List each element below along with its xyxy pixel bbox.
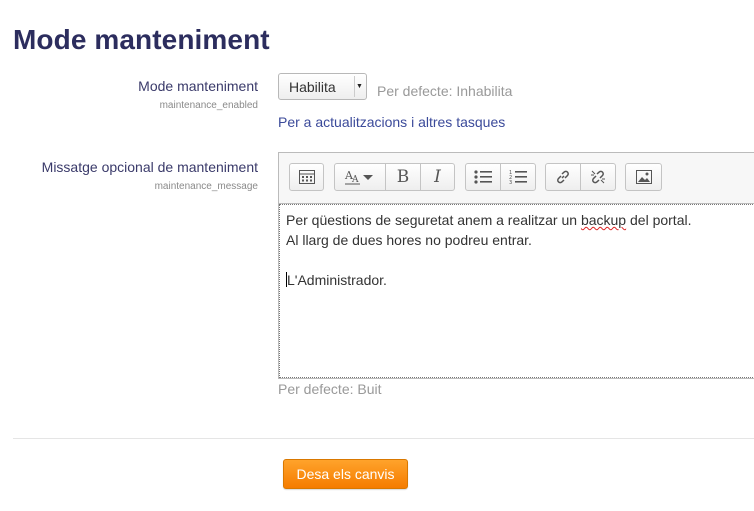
- maintenance-mode-default: Per defecte: Inhabilita: [377, 83, 513, 99]
- numbered-list-icon: 1 2 3: [509, 170, 527, 185]
- toolbar-toggle-button[interactable]: [290, 164, 323, 190]
- save-changes-button[interactable]: Desa els canvis: [283, 459, 408, 489]
- maintenance-mode-label-block: Mode manteniment maintenance_enabled: [8, 78, 258, 111]
- font-size-button[interactable]: A A: [335, 164, 386, 190]
- bullet-list-button[interactable]: [466, 164, 501, 190]
- misspelled-word: backup: [580, 212, 627, 228]
- link-icon: [557, 170, 569, 184]
- italic-button[interactable]: I: [421, 164, 454, 190]
- bold-button[interactable]: B: [386, 164, 421, 190]
- numbered-list-button[interactable]: 1 2 3: [501, 164, 535, 190]
- divider: [13, 438, 754, 439]
- editor-line-4: L'Administrador.: [286, 272, 387, 288]
- chevron-down-icon: ▼: [354, 76, 364, 97]
- maintenance-message-setting-name: maintenance_message: [154, 181, 258, 192]
- toolbar-toggle-icon: [298, 170, 315, 184]
- font-size-icon: A A: [344, 169, 373, 185]
- maintenance-mode-select-value: Habilita: [289, 79, 336, 95]
- link-button[interactable]: [546, 164, 581, 190]
- toolbar-group-media: [625, 163, 662, 191]
- toolbar-group-format: A A B I: [334, 163, 455, 191]
- maintenance-message-label: Missatge opcional de manteniment: [41, 159, 258, 175]
- editor-toolbar: A A B I 1 2 3: [279, 153, 754, 204]
- rich-text-editor: A A B I 1 2 3 Per qüestions de seguretat…: [278, 152, 754, 379]
- svg-text:3: 3: [509, 180, 512, 185]
- maintenance-settings-page: Mode manteniment Mode manteniment mainte…: [0, 0, 754, 511]
- toolbar-group-lists: 1 2 3: [465, 163, 536, 191]
- maintenance-message-default: Per defecte: Buit: [278, 381, 382, 397]
- italic-icon: I: [434, 167, 441, 187]
- maintenance-mode-label: Mode manteniment: [138, 78, 258, 94]
- unlink-icon: [591, 170, 605, 184]
- toolbar-group-toggle: [289, 163, 324, 191]
- bold-icon: B: [396, 167, 410, 187]
- image-icon: [635, 170, 652, 184]
- editor-line-2: Al llarg de dues hores no podreu entrar.: [286, 232, 532, 248]
- editor-line-1: Per qüestions de seguretat anem a realit…: [286, 212, 692, 228]
- image-button[interactable]: [626, 164, 661, 190]
- unlink-button[interactable]: [581, 164, 615, 190]
- maintenance-message-label-block: Missatge opcional de manteniment mainten…: [8, 159, 258, 192]
- bullet-list-icon: [474, 170, 492, 184]
- editor-line-empty: [286, 250, 750, 270]
- editor-content-area[interactable]: Per qüestions de seguretat anem a realit…: [279, 204, 754, 378]
- maintenance-mode-select[interactable]: Habilita ▼: [278, 73, 367, 100]
- toolbar-group-links: [545, 163, 616, 191]
- maintenance-enabled-setting-name: maintenance_enabled: [159, 100, 258, 111]
- maintenance-mode-description: Per a actualitzacions i altres tasques: [278, 114, 506, 130]
- page-title: Mode manteniment: [13, 24, 270, 55]
